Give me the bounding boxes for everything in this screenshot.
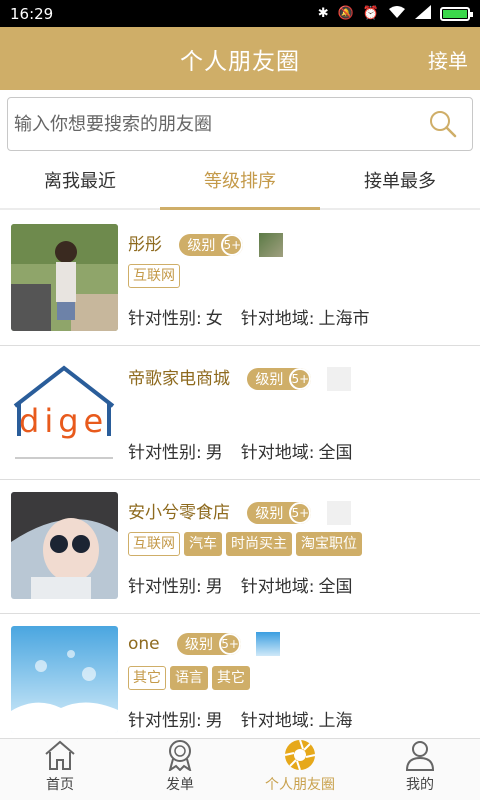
item-name: one [128,634,160,654]
thumbnail-image [256,632,281,656]
item-name: 安小兮零食店 [128,503,230,523]
tag: 汽车 [184,532,222,556]
aperture-icon [284,739,316,771]
search-box [7,97,473,151]
sort-tabs: 离我最近 等级排序 接单最多 [0,158,480,210]
bottom-nav: 首页 发单 个人朋友圈 我的 [0,738,480,800]
nav-label: 发单 [166,777,194,793]
svg-text:dige: dige [19,402,108,440]
target-info: 针对性别: 男针对地域: 全国 [128,577,353,597]
battery-icon [440,6,473,21]
tag-list: 互联网 [128,264,180,288]
target-info: 针对性别: 女针对地域: 上海市 [128,309,370,329]
accept-order-button[interactable]: 接单 [428,45,468,74]
page-title: 个人朋友圈 [180,48,300,75]
tab-level-sort[interactable]: 等级排序 [160,158,320,210]
nav-label: 个人朋友圈 [265,777,335,793]
wifi-icon [388,5,406,23]
tag: 其它 [128,666,166,690]
default-avatar-icon [326,367,351,391]
tab-nearest[interactable]: 离我最近 [0,158,160,208]
medal-icon [168,740,192,771]
tag: 时尚买主 [226,532,292,556]
tag-list: 互联网 汽车 时尚买主 淘宝职位 [128,532,362,556]
item-name: 帝歌家电商城 [128,369,230,389]
item-name-row: 安小兮零食店 级别 5+ [128,498,351,525]
tag: 其它 [212,666,250,690]
item-name-row: one 级别 5+ [128,632,281,656]
avatar [11,224,118,331]
store-logo: dige [11,358,118,465]
avatar [11,492,118,599]
nav-label: 首页 [46,777,74,793]
thumbnail-image [258,233,283,257]
tag: 互联网 [128,264,180,288]
item-name-row: 帝歌家电商城 级别 5+ [128,364,351,391]
signal-icon [415,4,431,23]
nav-label: 我的 [406,777,434,793]
home-icon [45,740,75,770]
tag: 语言 [170,666,208,690]
app-header: 个人朋友圈 接单 [0,27,480,90]
nav-home[interactable]: 首页 [0,739,120,800]
bluetooth-icon: ✱ [317,6,329,21]
tag: 淘宝职位 [296,532,362,556]
tag: 互联网 [128,532,180,556]
tag-list: 其它 语言 其它 [128,666,250,690]
tab-most-orders[interactable]: 接单最多 [320,158,480,208]
level-badge: 级别 5+ [179,234,244,256]
status-icons: ✱ 🔕 ⏰ [317,4,473,23]
nav-post-order[interactable]: 发单 [120,739,240,800]
user-icon [405,741,435,771]
level-badge: 级别 5+ [247,502,312,524]
avatar [11,626,118,733]
list-item[interactable]: 彤彤 级别 5+ 互联网 针对性别: 女针对地域: 上海市 [0,212,480,346]
list-item[interactable]: one 级别 5+ 其它 语言 其它 针对性别: 男针对地域: 上海 [0,614,480,738]
list-item[interactable]: dige 帝歌家电商城 级别 5+ 针对性别: 男针对地域: 全国 [0,346,480,480]
target-info: 针对性别: 男针对地域: 上海 [128,711,353,731]
circle-list: 彤彤 级别 5+ 互联网 针对性别: 女针对地域: 上海市 dige 帝歌家电商城 级… [0,212,480,738]
search-input[interactable] [14,113,414,135]
list-item[interactable]: 安小兮零食店 级别 5+ 互联网 汽车 时尚买主 淘宝职位 针对性别: 男针对地域:… [0,480,480,614]
nav-mine[interactable]: 我的 [360,739,480,800]
level-badge: 级别 5+ [177,633,242,655]
nav-personal-circle[interactable]: 个人朋友圈 [240,739,360,800]
target-info: 针对性别: 男针对地域: 全国 [128,443,353,463]
level-badge: 级别 5+ [247,368,312,390]
default-avatar-icon [326,501,351,525]
status-time: 16:29 [10,4,54,23]
mute-icon: 🔕 [337,6,354,21]
item-name-row: 彤彤 级别 5+ [128,230,283,257]
status-bar: 16:29 ✱ 🔕 ⏰ [0,0,480,27]
search-icon[interactable] [428,109,458,139]
alarm-icon: ⏰ [362,6,379,21]
item-name: 彤彤 [128,235,162,255]
